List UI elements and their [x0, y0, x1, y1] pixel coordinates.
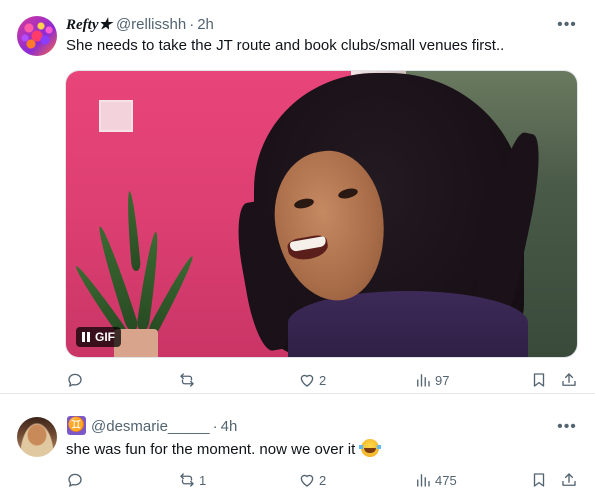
handle[interactable]: @desmarie_____: [91, 418, 210, 435]
display-name[interactable]: Refty★: [66, 15, 112, 34]
gemini-badge: ♊: [67, 416, 86, 435]
more-horizontal-icon[interactable]: •••: [557, 17, 577, 38]
tweet-header: @desmarie_____ · 4h: [91, 416, 237, 436]
share-button[interactable]: [560, 468, 578, 492]
bookmark-icon: [533, 473, 545, 487]
avatar[interactable]: [17, 16, 57, 56]
separator-dot: ·: [212, 417, 218, 435]
retweet-icon: [180, 373, 194, 387]
reply-button[interactable]: [66, 468, 87, 492]
more-horizontal-icon[interactable]: •••: [557, 419, 577, 440]
reply-icon: [68, 473, 82, 487]
face-with-tears-of-joy-icon: [359, 439, 382, 457]
tweet-actions: 1 2 475: [66, 468, 584, 492]
timestamp[interactable]: 2h: [197, 16, 214, 33]
tweet-header: Refty★ @rellisshh · 2h: [66, 14, 214, 34]
gif-media[interactable]: GIF: [65, 70, 578, 358]
separator-dot: ·: [189, 15, 195, 33]
share-icon: [562, 373, 576, 386]
heart-icon: [300, 374, 314, 387]
avatar[interactable]: [17, 417, 57, 457]
tweet-text: she was fun for the moment. now we over …: [66, 441, 356, 458]
bookmark-icon: [533, 373, 545, 387]
like-count: 2: [319, 472, 327, 488]
like-button[interactable]: 2: [298, 368, 326, 392]
tweet[interactable]: Refty★ @rellisshh · 2h ••• She needs to …: [0, 0, 595, 394]
retweet-icon: [180, 473, 194, 487]
tweet-actions: 2 97: [66, 368, 584, 392]
views-button[interactable]: 475: [414, 468, 457, 492]
tweet[interactable]: ♊ @desmarie_____ · 4h ••• she was fun fo…: [0, 395, 595, 503]
bookmark-button[interactable]: [530, 468, 548, 492]
views-chart-icon: [417, 474, 430, 487]
views-button[interactable]: 97: [414, 368, 449, 392]
view-count: 475: [435, 472, 457, 488]
retweet-button[interactable]: [178, 368, 199, 392]
handle[interactable]: @rellisshh: [116, 16, 186, 33]
retweet-count: 1: [199, 472, 207, 488]
gif-label: GIF: [95, 330, 115, 344]
gif-frame-image: [66, 71, 577, 357]
tweet-text: She needs to take the JT route and book …: [66, 37, 505, 54]
tweet-text-container: she was fun for the moment. now we over …: [66, 439, 382, 460]
share-button[interactable]: [560, 368, 578, 392]
view-count: 97: [435, 372, 450, 388]
heart-icon: [300, 474, 314, 487]
views-chart-icon: [417, 374, 430, 387]
pause-icon[interactable]: [82, 332, 90, 342]
share-icon: [562, 473, 576, 486]
retweet-button[interactable]: 1: [178, 468, 206, 492]
like-button[interactable]: 2: [298, 468, 326, 492]
like-count: 2: [319, 372, 327, 388]
reply-button[interactable]: [66, 368, 87, 392]
gif-badge[interactable]: GIF: [76, 327, 121, 347]
reply-icon: [68, 373, 82, 387]
bookmark-button[interactable]: [530, 368, 548, 392]
timestamp[interactable]: 4h: [221, 418, 238, 435]
